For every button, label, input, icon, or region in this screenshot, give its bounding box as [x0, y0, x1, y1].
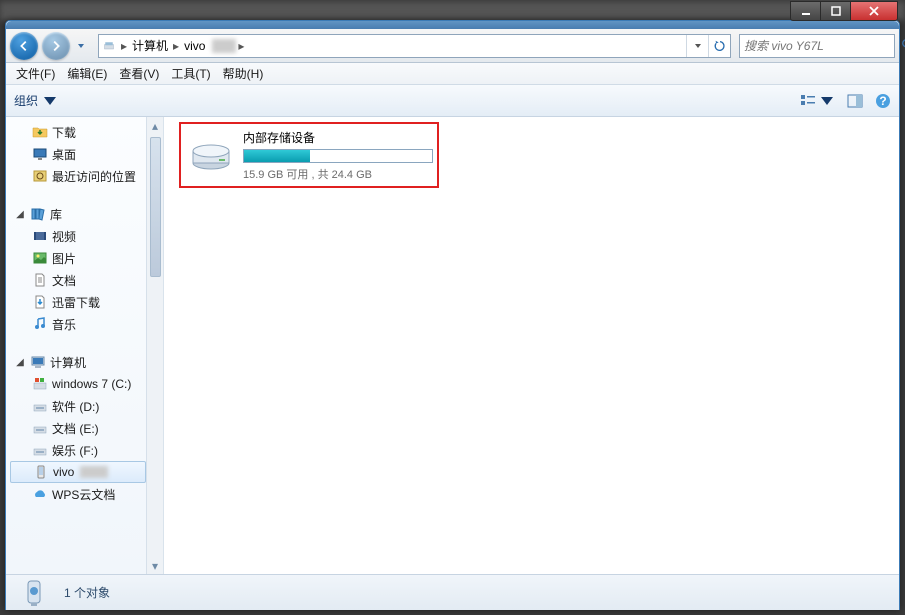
- view-options-button[interactable]: [800, 93, 835, 109]
- sidebar-item-desktop[interactable]: 桌面: [10, 143, 146, 165]
- status-text: 1 个对象: [64, 584, 110, 601]
- drive-icon: [32, 442, 48, 458]
- titlebar[interactable]: [6, 21, 899, 29]
- documents-icon: [32, 272, 48, 288]
- details-pane: 1 个对象: [6, 574, 899, 610]
- sidebar-item-downloads[interactable]: 下载: [10, 121, 146, 143]
- command-bar: 组织 ?: [6, 85, 899, 117]
- help-icon: ?: [875, 93, 891, 109]
- scroll-up-button[interactable]: ▴: [147, 117, 163, 134]
- organize-button[interactable]: 组织: [14, 92, 58, 109]
- sidebar-item-wps[interactable]: WPS云文档: [10, 483, 146, 505]
- sidebar-item-drive-f[interactable]: 娱乐 (F:): [10, 439, 146, 461]
- menu-edit[interactable]: 编辑(E): [61, 63, 113, 84]
- redacted-text: [80, 466, 108, 478]
- pictures-icon: [32, 250, 48, 266]
- sidebar-scrollbar[interactable]: ▴ ▾: [146, 117, 163, 574]
- breadcrumb-redacted: [212, 39, 236, 53]
- sidebar-item-drive-e[interactable]: 文档 (E:): [10, 417, 146, 439]
- libraries-icon: [30, 206, 46, 222]
- drive-icon: [32, 398, 48, 414]
- menu-bar: 文件(F) 编辑(E) 查看(V) 工具(T) 帮助(H): [6, 63, 899, 85]
- music-icon: [32, 316, 48, 332]
- close-button[interactable]: [850, 1, 898, 21]
- chevron-down-icon: [42, 93, 58, 109]
- sidebar-item-pictures[interactable]: 图片: [10, 247, 146, 269]
- device-title: 内部存储设备: [243, 129, 433, 146]
- refresh-button[interactable]: [708, 35, 730, 57]
- collapse-icon[interactable]: ◢: [14, 357, 26, 368]
- address-dropdown-button[interactable]: [686, 35, 708, 57]
- view-icon: [800, 93, 816, 109]
- device-subtitle: 15.9 GB 可用 , 共 24.4 GB: [243, 166, 433, 182]
- breadcrumb-separator: ▸: [119, 39, 129, 53]
- search-box[interactable]: [739, 34, 895, 58]
- drive-icon: [32, 376, 48, 392]
- sidebar-item-xunlei[interactable]: 迅雷下载: [10, 291, 146, 313]
- back-button[interactable]: [10, 32, 38, 60]
- sidebar-item-computer[interactable]: ◢ 计算机: [10, 351, 146, 373]
- search-input[interactable]: [744, 39, 901, 53]
- breadcrumb-device[interactable]: vivo: [181, 39, 208, 53]
- drive-large-icon: [189, 133, 233, 177]
- collapse-icon[interactable]: ◢: [14, 209, 26, 220]
- scroll-thumb[interactable]: [150, 137, 161, 277]
- downloads-icon: [32, 124, 48, 140]
- location-icon: [99, 38, 119, 54]
- explorer-window: ▸ 计算机 ▸ vivo ▸ 文件(F) 编辑(E) 查看(V) 工具(T) 帮…: [5, 20, 900, 610]
- maximize-button[interactable]: [820, 1, 850, 21]
- storage-bar: [243, 149, 433, 163]
- help-button[interactable]: ?: [875, 93, 891, 109]
- storage-bar-fill: [244, 150, 310, 162]
- minimize-button[interactable]: [790, 1, 820, 21]
- desktop-icon: [32, 146, 48, 162]
- menu-file[interactable]: 文件(F): [10, 63, 61, 84]
- breadcrumb-computer[interactable]: 计算机: [129, 37, 171, 54]
- video-icon: [32, 228, 48, 244]
- xunlei-icon: [32, 294, 48, 310]
- cloud-icon: [32, 486, 48, 502]
- chevron-down-icon: [819, 93, 835, 109]
- computer-icon: [30, 354, 46, 370]
- sidebar-item-vivo[interactable]: vivo: [10, 461, 146, 483]
- preview-pane-button[interactable]: [847, 93, 863, 109]
- drive-icon: [32, 420, 48, 436]
- content-area[interactable]: 内部存储设备 15.9 GB 可用 , 共 24.4 GB: [164, 117, 899, 574]
- navigation-pane: 下载 桌面 最近访问的位置 ◢ 库 视频: [6, 117, 164, 574]
- scroll-down-button[interactable]: ▾: [147, 557, 163, 574]
- sidebar-item-drive-c[interactable]: windows 7 (C:): [10, 373, 146, 395]
- device-icon: [33, 464, 49, 480]
- recent-icon: [32, 168, 48, 184]
- sidebar-item-recent[interactable]: 最近访问的位置: [10, 165, 146, 187]
- sidebar-item-libraries[interactable]: ◢ 库: [10, 203, 146, 225]
- search-icon[interactable]: [901, 38, 905, 54]
- forward-button[interactable]: [42, 32, 70, 60]
- svg-text:?: ?: [879, 94, 886, 108]
- address-bar[interactable]: ▸ 计算机 ▸ vivo ▸: [98, 34, 731, 58]
- storage-device-item[interactable]: 内部存储设备 15.9 GB 可用 , 共 24.4 GB: [179, 122, 439, 188]
- breadcrumb-separator: ▸: [171, 39, 181, 53]
- menu-view[interactable]: 查看(V): [113, 63, 165, 84]
- preview-pane-icon: [847, 93, 863, 109]
- sidebar-item-drive-d[interactable]: 软件 (D:): [10, 395, 146, 417]
- sidebar-item-music[interactable]: 音乐: [10, 313, 146, 335]
- breadcrumb-separator: ▸: [236, 39, 246, 53]
- navigation-bar: ▸ 计算机 ▸ vivo ▸: [6, 29, 899, 63]
- sidebar-item-documents[interactable]: 文档: [10, 269, 146, 291]
- device-status-icon: [18, 577, 50, 609]
- menu-tools[interactable]: 工具(T): [165, 63, 216, 84]
- nav-history-dropdown[interactable]: [74, 33, 88, 59]
- menu-help[interactable]: 帮助(H): [217, 63, 270, 84]
- sidebar-item-videos[interactable]: 视频: [10, 225, 146, 247]
